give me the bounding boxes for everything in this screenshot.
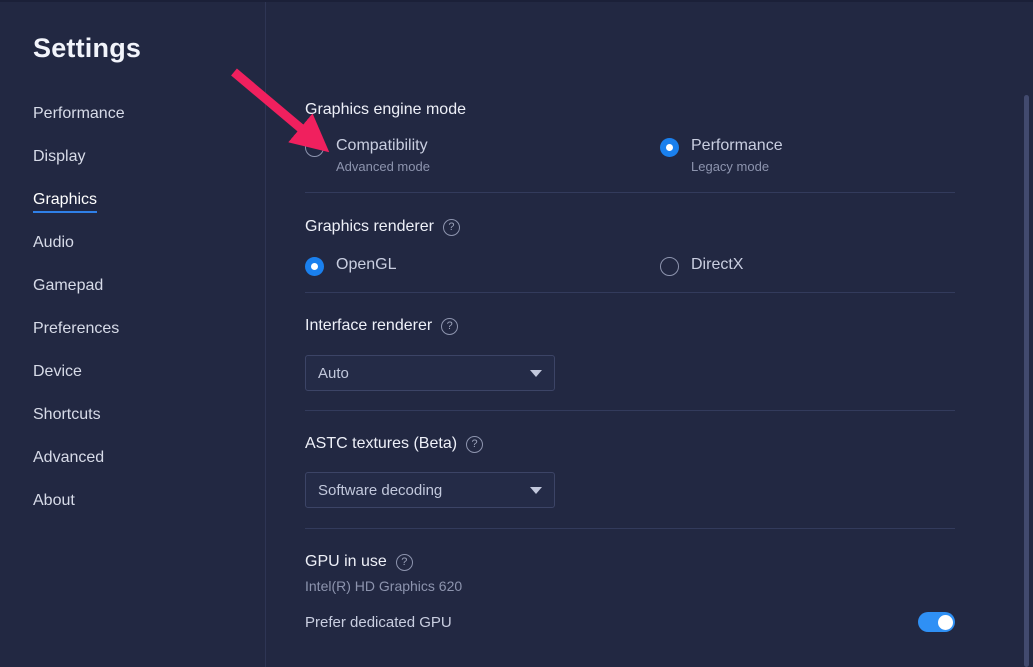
chevron-down-icon (530, 486, 542, 494)
help-icon-interface-renderer[interactable]: ? (441, 317, 459, 335)
gpu-in-use-title: GPU in use (305, 553, 387, 570)
divider-4 (305, 528, 955, 529)
divider-3 (305, 410, 955, 411)
prefer-dedicated-gpu-label: Prefer dedicated GPU (305, 613, 452, 631)
astc-textures-dropdown[interactable]: Software decoding (305, 472, 555, 508)
divider-2 (305, 292, 955, 293)
interface-renderer-heading: Interface renderer ? (305, 317, 459, 335)
settings-content-panel: Graphics engine mode Compatibility Advan… (266, 2, 1033, 667)
astc-textures-heading: ASTC textures (Beta) ? (305, 435, 484, 453)
page-title: Settings (33, 33, 142, 63)
graphics-renderer-options: OpenGL DirectX (305, 255, 955, 276)
section-interface-renderer: Interface renderer ? (305, 317, 459, 335)
radio-option-opengl[interactable]: OpenGL (305, 255, 660, 276)
chevron-down-icon (530, 369, 542, 377)
section-astc-textures: ASTC textures (Beta) ? (305, 435, 484, 453)
astc-textures-control: Software decoding (305, 472, 555, 508)
vertical-scrollbar-track[interactable] (1020, 2, 1033, 667)
graphics-engine-mode-options: Compatibility Advanced mode Performance … (305, 136, 955, 175)
sidebar-item-gamepad[interactable]: Gamepad (33, 277, 103, 299)
interface-renderer-value: Auto (318, 364, 349, 382)
sidebar-item-shortcuts[interactable]: Shortcuts (33, 406, 101, 428)
radio-compatibility-text: Compatibility Advanced mode (336, 136, 430, 175)
astc-textures-value: Software decoding (318, 481, 443, 499)
section-graphics-engine-mode: Graphics engine mode (305, 101, 466, 119)
sidebar-item-display[interactable]: Display (33, 148, 85, 170)
radio-compatibility-sub: Advanced mode (336, 159, 430, 174)
radio-opengl-icon[interactable] (305, 257, 324, 276)
radio-option-performance[interactable]: Performance Legacy mode (660, 136, 783, 175)
interface-renderer-title: Interface renderer (305, 317, 433, 334)
radio-opengl-label: OpenGL (336, 256, 397, 273)
sidebar-item-device[interactable]: Device (33, 363, 82, 385)
sidebar-item-advanced[interactable]: Advanced (33, 449, 104, 471)
radio-directx-icon[interactable] (660, 257, 679, 276)
sidebar: Settings Performance Display Graphics Au… (0, 2, 266, 667)
section-graphics-renderer: Graphics renderer ? (305, 218, 460, 236)
sidebar-item-preferences[interactable]: Preferences (33, 320, 119, 342)
graphics-renderer-title: Graphics renderer (305, 218, 434, 235)
help-icon-astc-textures[interactable]: ? (466, 435, 484, 453)
section-gpu-in-use: GPU in use ? Intel(R) HD Graphics 620 (305, 553, 462, 594)
graphics-renderer-heading: Graphics renderer ? (305, 218, 460, 236)
sidebar-nav: Performance Display Graphics Audio Gamep… (33, 105, 233, 535)
radio-performance-text: Performance Legacy mode (691, 136, 783, 175)
settings-window: Settings Performance Display Graphics Au… (0, 0, 1033, 667)
radio-compatibility-label: Compatibility (336, 137, 428, 154)
gpu-in-use-heading: GPU in use ? (305, 553, 462, 571)
radio-option-directx[interactable]: DirectX (660, 255, 743, 276)
radio-performance-sub: Legacy mode (691, 159, 770, 174)
interface-renderer-control: Auto (305, 355, 555, 391)
radio-directx-label: DirectX (691, 256, 744, 273)
gpu-device-name: Intel(R) HD Graphics 620 (305, 578, 463, 594)
astc-textures-title: ASTC textures (Beta) (305, 435, 458, 452)
sidebar-item-about[interactable]: About (33, 492, 75, 514)
help-icon-gpu-in-use[interactable]: ? (395, 553, 413, 571)
prefer-dedicated-gpu-control: Prefer dedicated GPU (305, 612, 955, 632)
radio-performance-label: Performance (691, 137, 783, 154)
radio-performance-icon[interactable] (660, 138, 679, 157)
vertical-scrollbar-thumb[interactable] (1024, 95, 1029, 667)
graphics-engine-mode-title: Graphics engine mode (305, 101, 466, 118)
divider-1 (305, 192, 955, 193)
radio-compatibility-icon[interactable] (305, 138, 324, 157)
prefer-dedicated-gpu-row: Prefer dedicated GPU (305, 612, 955, 632)
sidebar-item-graphics[interactable]: Graphics (33, 191, 98, 213)
help-icon-graphics-renderer[interactable]: ? (442, 218, 460, 236)
sidebar-item-performance[interactable]: Performance (33, 105, 125, 127)
radio-option-compatibility[interactable]: Compatibility Advanced mode (305, 136, 660, 175)
interface-renderer-dropdown[interactable]: Auto (305, 355, 555, 391)
sidebar-item-audio[interactable]: Audio (33, 234, 74, 256)
prefer-dedicated-gpu-toggle[interactable] (918, 612, 955, 632)
